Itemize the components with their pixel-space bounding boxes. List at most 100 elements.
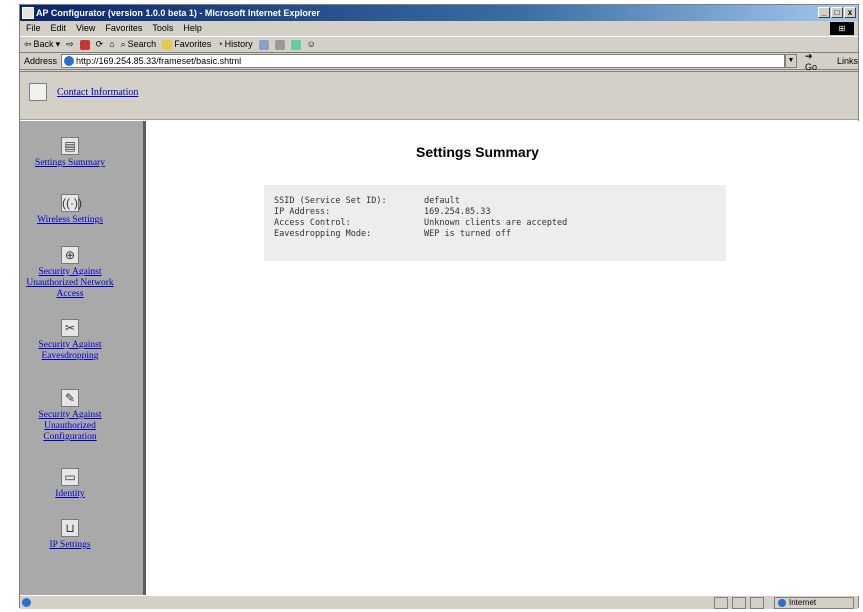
security-zone: Internet [774,597,854,609]
sidebar: ▤ Settings Summary ((·)) Wireless Settin… [20,121,143,596]
discuss-icon: ☺ [306,39,316,49]
mail-button[interactable] [258,39,269,50]
close-button[interactable]: x [844,7,856,18]
print-button[interactable] [274,39,285,50]
go-label: Go [804,61,817,72]
ie-status-icon [22,598,31,607]
browser-window: AP Configurator (version 1.0.0 beta 1) -… [19,4,860,609]
favorites-label: Favorites [174,39,212,49]
sidebar-item-configuration-security[interactable]: ✎ Security Against Unauthorized Configur… [22,389,118,442]
stop-icon [79,39,90,50]
title-bar: AP Configurator (version 1.0.0 beta 1) -… [20,5,858,21]
address-dropdown-button[interactable]: ▼ [785,54,797,68]
sidebar-item-identity[interactable]: ▭ Identity [22,468,118,499]
search-button[interactable]: ⌕ Search [121,36,157,53]
page-title: Settings Summary [416,144,539,160]
refresh-button[interactable]: ⟳ [96,36,104,53]
sidebar-item-eavesdropping-security[interactable]: ✂ Security Against Eavesdropping [22,319,118,361]
back-label: Back [33,39,54,49]
summary-icon: ▤ [61,137,79,155]
back-arrow-icon: ⇦ [24,39,32,49]
sidebar-item-label: Identity [55,489,85,499]
sidebar-item-label: IP Settings [49,540,91,550]
mail-icon [258,39,269,50]
history-label: History [224,39,253,49]
window-controls: _ □ x [818,7,856,18]
dropdown-icon: ▾ [55,39,61,49]
summary-value: 169.254.85.33 [424,207,491,217]
edit-button[interactable] [290,39,301,50]
discuss-button[interactable]: ☺ [307,36,316,53]
app-icon [22,7,34,19]
toolbar: ⇦ Back ▾ ⇨ ⟳ ⌂ ⌕ Search Favorites ◔ Hist… [20,36,858,53]
maximize-button[interactable]: □ [831,7,843,18]
summary-key: Eavesdropping Mode: [274,229,372,239]
sidebar-item-wireless-settings[interactable]: ((·)) Wireless Settings [22,194,118,225]
contact-icon [29,83,47,101]
menu-view[interactable]: View [76,21,95,36]
summary-key: Access Control: [274,218,351,228]
sidebar-item-network-security[interactable]: ⊕ Security Against Unauthorized Network … [22,246,118,299]
edit-icon [290,39,301,50]
sidebar-item-settings-summary[interactable]: ▤ Settings Summary [22,137,118,168]
summary-value: WEP is turned off [424,229,511,239]
ip-settings-icon: ⊔ [61,519,79,537]
zone-label: Internet [789,598,817,607]
menu-bar: File Edit View Favorites Tools Help ⊞ [20,21,858,36]
go-button[interactable]: ➔ Go [805,51,827,72]
settings-summary-table: SSID (Service Set ID): default IP Addres… [264,185,726,261]
summary-key: SSID (Service Set ID): [274,196,387,206]
home-icon: ⌂ [109,39,115,49]
search-icon: ⌕ [120,39,126,49]
menu-tools[interactable]: Tools [152,21,173,36]
network-security-icon: ⊕ [61,246,79,264]
address-input[interactable]: http://169.254.85.33/frameset/basic.shtm… [61,54,785,68]
sidebar-item-label: Security Against Unauthorized Configurat… [38,410,102,442]
contact-information-link[interactable]: Contact Information [57,87,138,98]
refresh-icon: ⟳ [95,39,104,49]
windows-logo-icon: ⊞ [830,22,854,35]
minimize-button[interactable]: _ [818,7,830,18]
favorites-button[interactable]: Favorites [162,36,211,53]
sidebar-item-label: Settings Summary [35,158,105,168]
wireless-icon: ((·)) [61,194,82,212]
address-bar: Address http://169.254.85.33/frameset/ba… [20,51,858,72]
forward-button[interactable]: ⇨ [66,36,74,53]
window-title: AP Configurator (version 1.0.0 beta 1) -… [36,8,320,18]
status-pane [714,597,728,609]
configuration-security-icon: ✎ [61,389,79,407]
sidebar-item-label: Security Against Unauthorized Network Ac… [26,267,114,299]
status-pane [750,597,764,609]
home-button[interactable]: ⌂ [109,36,114,53]
ie-page-icon [64,56,75,66]
history-button[interactable]: ◔ History [217,36,252,53]
main-frame: Settings Summary SSID (Service Set ID): … [143,121,860,596]
print-icon [274,39,285,50]
sidebar-item-ip-settings[interactable]: ⊔ IP Settings [22,519,118,550]
page-content: Contact Information ▤ Settings Summary (… [20,71,860,596]
globe-icon [778,599,786,607]
eavesdropping-icon: ✂ [61,319,79,337]
address-label: Address [24,56,58,66]
summary-key: IP Address: [274,207,331,217]
favorites-icon [162,39,173,50]
menu-help[interactable]: Help [183,21,202,36]
summary-value: default [424,196,460,206]
menu-favorites[interactable]: Favorites [105,21,142,36]
stop-button[interactable] [79,39,90,50]
search-label: Search [127,39,157,49]
summary-value: Unknown clients are accepted [424,218,568,228]
forward-arrow-icon: ⇨ [66,39,74,49]
identity-icon: ▭ [61,468,79,486]
back-button[interactable]: ⇦ Back ▾ [24,36,60,53]
sidebar-item-label: Security Against Eavesdropping [38,340,102,361]
address-url: http://169.254.85.33/frameset/basic.shtm… [76,56,242,66]
menu-edit[interactable]: Edit [51,21,67,36]
go-arrow-icon: ➔ [804,50,813,61]
history-icon: ◔ [217,39,223,49]
menu-file[interactable]: File [26,21,41,36]
sidebar-item-label: Wireless Settings [37,215,103,225]
top-frame: Contact Information [20,72,858,120]
links-button[interactable]: Links [837,56,858,66]
status-bar: Internet [20,595,858,609]
